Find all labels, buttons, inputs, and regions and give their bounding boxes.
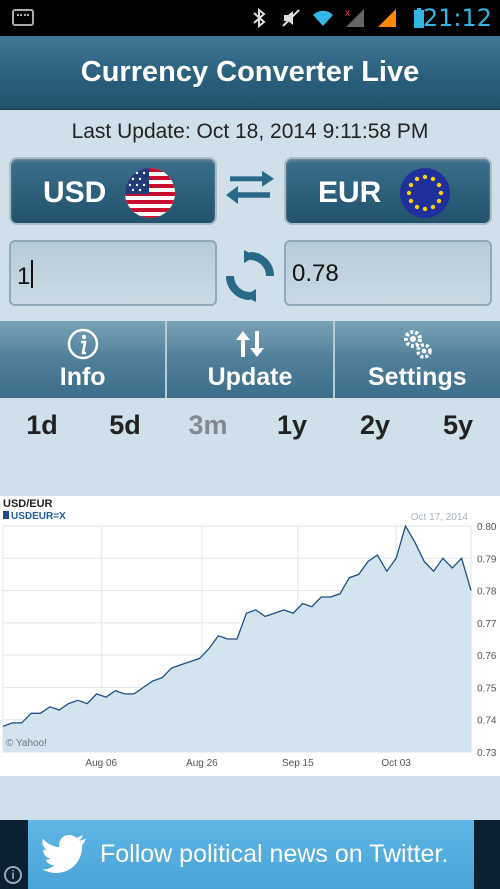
to-currency-button[interactable]: EUR [284,157,492,225]
y-tick-label: 0.80 [477,522,497,533]
y-tick-label: 0.76 [477,651,497,662]
range-5y[interactable]: 5y [428,410,488,441]
ad-info-icon[interactable]: i [4,866,22,884]
y-tick-label: 0.78 [477,587,497,598]
range-2y[interactable]: 2y [345,410,405,441]
y-tick-label: 0.77 [477,619,497,630]
chart-credit: © Yahoo! [6,738,47,749]
amount-input-value: 1 [17,263,31,290]
range-1y[interactable]: 1y [262,410,322,441]
refresh-icon[interactable] [224,250,276,302]
y-tick-label: 0.75 [477,683,497,694]
x-tick-label: Sep 15 [282,758,314,769]
swap-currencies-icon[interactable] [224,170,276,210]
chart-date-label: Oct 17, 2014 [411,512,469,523]
result-field[interactable]: 0.78 [284,240,492,306]
us-flag-icon [125,168,175,218]
range-3m[interactable]: 3m [178,410,238,441]
info-icon [67,328,98,360]
chart-svg: USD/EUR USDEUR=X Oct 17, 2014 0.80 0.79 0.… [2,498,497,769]
exchange-rate-chart: USD/EUR USDEUR=X Oct 17, 2014 0.80 0.79 0.… [0,496,500,776]
no-signal-icon: x [345,8,364,27]
gears-icon [404,330,433,359]
y-tick-label: 0.74 [477,716,497,727]
x-tick-label: Aug 26 [186,758,218,769]
bluetooth-icon [253,7,266,29]
from-currency-code: USD [43,176,107,209]
messenger-icon [12,9,34,26]
last-update-text: Last Update: Oct 18, 2014 9:11:58 PM [71,120,429,143]
info-label: Info [59,363,106,391]
to-currency-code: EUR [318,176,382,209]
update-button[interactable]: Update [167,321,335,398]
range-5d[interactable]: 5d [95,410,155,441]
eu-flag-icon [400,168,450,218]
text-cursor [31,260,34,288]
legend-series-name: USDEUR=X [11,511,66,522]
x-tick-label: Aug 06 [85,758,117,769]
mute-icon [282,9,300,27]
action-bar: Info Update Settings [0,321,500,398]
title-bar: Currency Converter Live [0,36,500,110]
from-currency-button[interactable]: USD [9,157,217,225]
status-clock: 21:12 [422,4,492,32]
range-tabs: 1d 5d 3m 1y 2y 5y [0,410,500,446]
ad-banner[interactable]: Follow political news on Twitter. [28,820,474,889]
wifi-icon [313,10,333,26]
amount-input[interactable]: 1 [9,240,217,306]
settings-label: Settings [368,363,467,391]
update-arrows-icon [235,331,264,357]
twitter-bird-icon [42,834,86,873]
signal-icon [378,9,396,27]
range-1d[interactable]: 1d [12,410,72,441]
y-tick-label: 0.73 [477,748,497,759]
update-label: Update [207,363,293,391]
chart-title: USD/EUR [3,498,53,510]
svg-text:x: x [345,8,350,19]
app-title: Currency Converter Live [80,56,420,88]
ad-text: Follow political news on Twitter. [100,840,449,868]
info-button[interactable]: Info [0,321,168,398]
y-tick-label: 0.79 [477,554,497,565]
settings-button[interactable]: Settings [335,321,500,398]
result-value: 0.78 [292,260,339,287]
legend-swatch [3,511,9,519]
x-tick-label: Oct 03 [381,758,411,769]
status-bar: x 21:12 [0,0,500,36]
